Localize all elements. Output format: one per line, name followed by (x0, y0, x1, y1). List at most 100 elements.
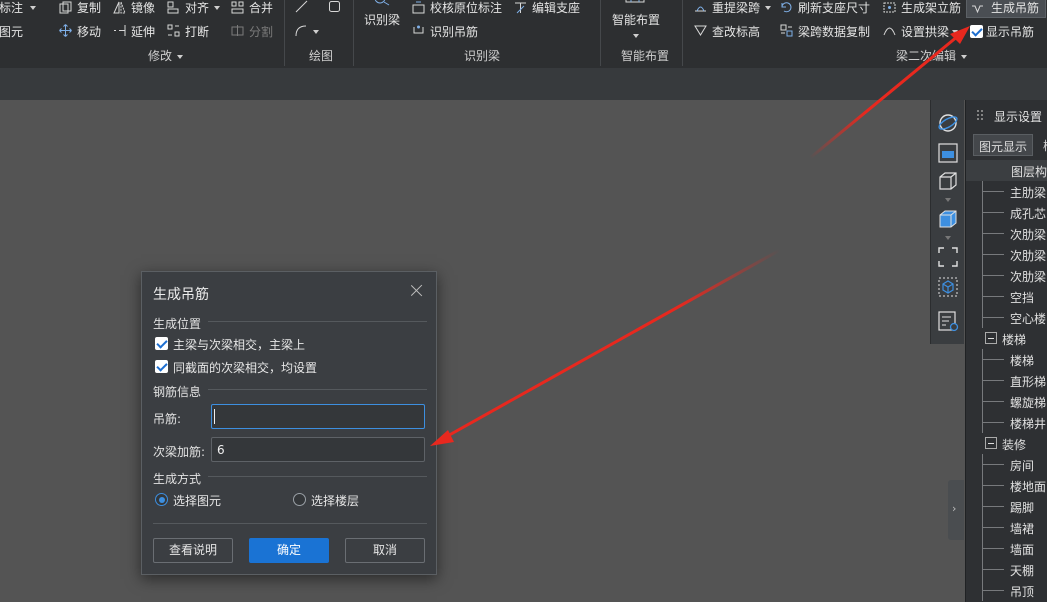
main-secondary-label[interactable]: 主梁与次梁相交，主梁上 (173, 336, 305, 353)
tab-floor-display[interactable]: 楼 (1038, 134, 1047, 156)
gen-frame-stirrup-button[interactable]: 生成架立筋 (901, 1, 961, 15)
drag-handle-icon[interactable] (976, 109, 984, 121)
check-label-icon[interactable] (412, 1, 425, 14)
tree-item[interactable]: 次肋梁 (966, 265, 1047, 286)
tree-item[interactable]: 墙面 (966, 538, 1047, 559)
move-button[interactable]: 移动 (77, 25, 101, 39)
select-floor-radio[interactable] (293, 493, 306, 506)
tree-item[interactable]: 空心楼 (966, 307, 1047, 328)
orbit-icon[interactable] (937, 112, 959, 134)
modify-group-label[interactable]: 修改 (148, 47, 184, 64)
smart-layout-button[interactable]: 智能布置 (612, 13, 660, 27)
tree-item[interactable]: 主肋梁 (966, 181, 1047, 202)
close-icon[interactable] (410, 284, 424, 298)
frame-stirrup-icon[interactable] (883, 1, 896, 14)
same-section-label[interactable]: 同截面的次梁相交，均设置 (173, 359, 317, 376)
identify-beam-icon[interactable] (372, 0, 394, 6)
identify-hanger-button[interactable]: 识别吊筋 (430, 25, 478, 39)
tree-item[interactable]: 楼梯 (966, 349, 1047, 370)
cancel-button[interactable]: 取消 (345, 538, 425, 563)
break-icon[interactable] (167, 24, 180, 37)
arc-icon[interactable] (295, 24, 308, 37)
identify-hanger-icon[interactable] (412, 24, 425, 37)
select-floor-label[interactable]: 选择楼层 (311, 492, 359, 509)
main-secondary-checkbox[interactable] (155, 337, 168, 350)
view-help-button[interactable]: 查看说明 (153, 538, 233, 563)
show-hanger-label[interactable]: 显示吊筋 (986, 25, 1034, 39)
refresh-support-size-button[interactable]: 刷新支座尺寸 (798, 1, 870, 15)
tree-group-item[interactable]: 装修 (966, 433, 1047, 454)
show-hanger-checkbox[interactable] (970, 25, 983, 38)
chevron-down-icon[interactable] (945, 236, 951, 240)
tree-item[interactable]: 踢脚 (966, 496, 1047, 517)
tree-item[interactable]: 螺旋梯 (966, 391, 1047, 412)
refresh-support-icon[interactable] (780, 1, 793, 14)
align-icon[interactable] (167, 1, 180, 14)
tree-item[interactable]: 次肋梁 (966, 223, 1047, 244)
tree-item[interactable]: 房间 (966, 454, 1047, 475)
chevron-down-icon[interactable] (214, 6, 220, 10)
tree-item[interactable]: 吊顶 (966, 580, 1047, 601)
break-button[interactable]: 打断 (185, 25, 209, 39)
tab-element-display[interactable]: 图元显示 (973, 134, 1034, 156)
select-element-radio[interactable] (155, 493, 168, 506)
identify-beam-button[interactable]: 识别梁 (364, 13, 400, 27)
tree-item[interactable]: 楼梯井 (966, 412, 1047, 433)
chevron-down-icon[interactable] (30, 6, 36, 10)
beam-edit-group-label[interactable]: 梁二次编辑 (896, 47, 968, 64)
set-arch-beam-button[interactable]: 设置拱梁 (901, 25, 949, 39)
chevron-down-icon[interactable] (945, 198, 951, 202)
check-original-label-button[interactable]: 校核原位标注 (430, 1, 502, 15)
hanger-input[interactable] (211, 404, 425, 429)
copy-span-data-button[interactable]: 梁跨数据复制 (798, 25, 870, 39)
tree-item[interactable]: 墙裙 (966, 517, 1047, 538)
collapse-panel-tab[interactable]: › (948, 480, 964, 540)
solid-view-icon[interactable] (937, 208, 959, 230)
tree-item[interactable]: 天棚 (966, 559, 1047, 580)
tree-group-item[interactable]: 楼梯 (966, 328, 1047, 349)
collapse-icon[interactable] (985, 437, 997, 449)
view-3d-icon[interactable] (937, 170, 959, 192)
tree-item[interactable]: 空挡 (966, 286, 1047, 307)
align-button[interactable]: 对齐 (185, 1, 209, 15)
select-element-label[interactable]: 选择图元 (173, 492, 221, 509)
edit-support-icon[interactable] (514, 1, 527, 14)
tree-item[interactable]: 楼地面 (966, 475, 1047, 496)
element-label[interactable]: 图元 (0, 25, 23, 39)
select-box-icon[interactable] (937, 276, 959, 298)
check-elevation-icon[interactable] (694, 24, 707, 37)
secondary-rebar-input[interactable] (211, 437, 425, 462)
gen-hanger-button[interactable]: 生成吊筋 (966, 0, 1046, 18)
chevron-down-icon[interactable] (952, 30, 958, 34)
fit-view-icon[interactable] (937, 246, 959, 268)
chevron-down-icon[interactable] (765, 6, 771, 10)
mirror-icon[interactable] (113, 1, 126, 14)
copy-icon[interactable] (59, 1, 72, 14)
copy-button[interactable]: 复制 (77, 1, 101, 15)
move-icon[interactable] (59, 24, 72, 37)
display-settings-icon[interactable] (937, 310, 959, 332)
line-icon[interactable] (295, 0, 308, 13)
collapse-icon[interactable] (985, 332, 997, 344)
re-extract-span-button[interactable]: 重提梁跨 (712, 1, 760, 15)
chevron-down-icon[interactable] (313, 30, 319, 34)
extend-icon[interactable] (113, 24, 126, 37)
ok-button[interactable]: 确定 (249, 538, 329, 563)
view-2d-icon[interactable] (937, 142, 959, 164)
extend-button[interactable]: 延伸 (131, 25, 155, 39)
merge-icon[interactable] (231, 1, 244, 14)
tree-item[interactable]: 直形梯 (966, 370, 1047, 391)
same-section-checkbox[interactable] (155, 360, 168, 373)
annotate-label[interactable]: 标注 (0, 1, 23, 15)
copy-span-data-icon[interactable] (780, 24, 793, 37)
check-elevation-button[interactable]: 查改标高 (712, 25, 760, 39)
mirror-button[interactable]: 镜像 (131, 1, 155, 15)
edit-support-button[interactable]: 编辑支座 (532, 1, 580, 15)
merge-button[interactable]: 合并 (249, 1, 273, 15)
tree-item[interactable]: 成孔芯 (966, 202, 1047, 223)
re-extract-span-icon[interactable] (694, 1, 707, 14)
chevron-down-icon[interactable] (633, 34, 639, 38)
smart-layout-icon[interactable] (624, 0, 646, 6)
arch-beam-icon[interactable] (883, 24, 896, 37)
tree-item[interactable]: 次肋梁 (966, 244, 1047, 265)
